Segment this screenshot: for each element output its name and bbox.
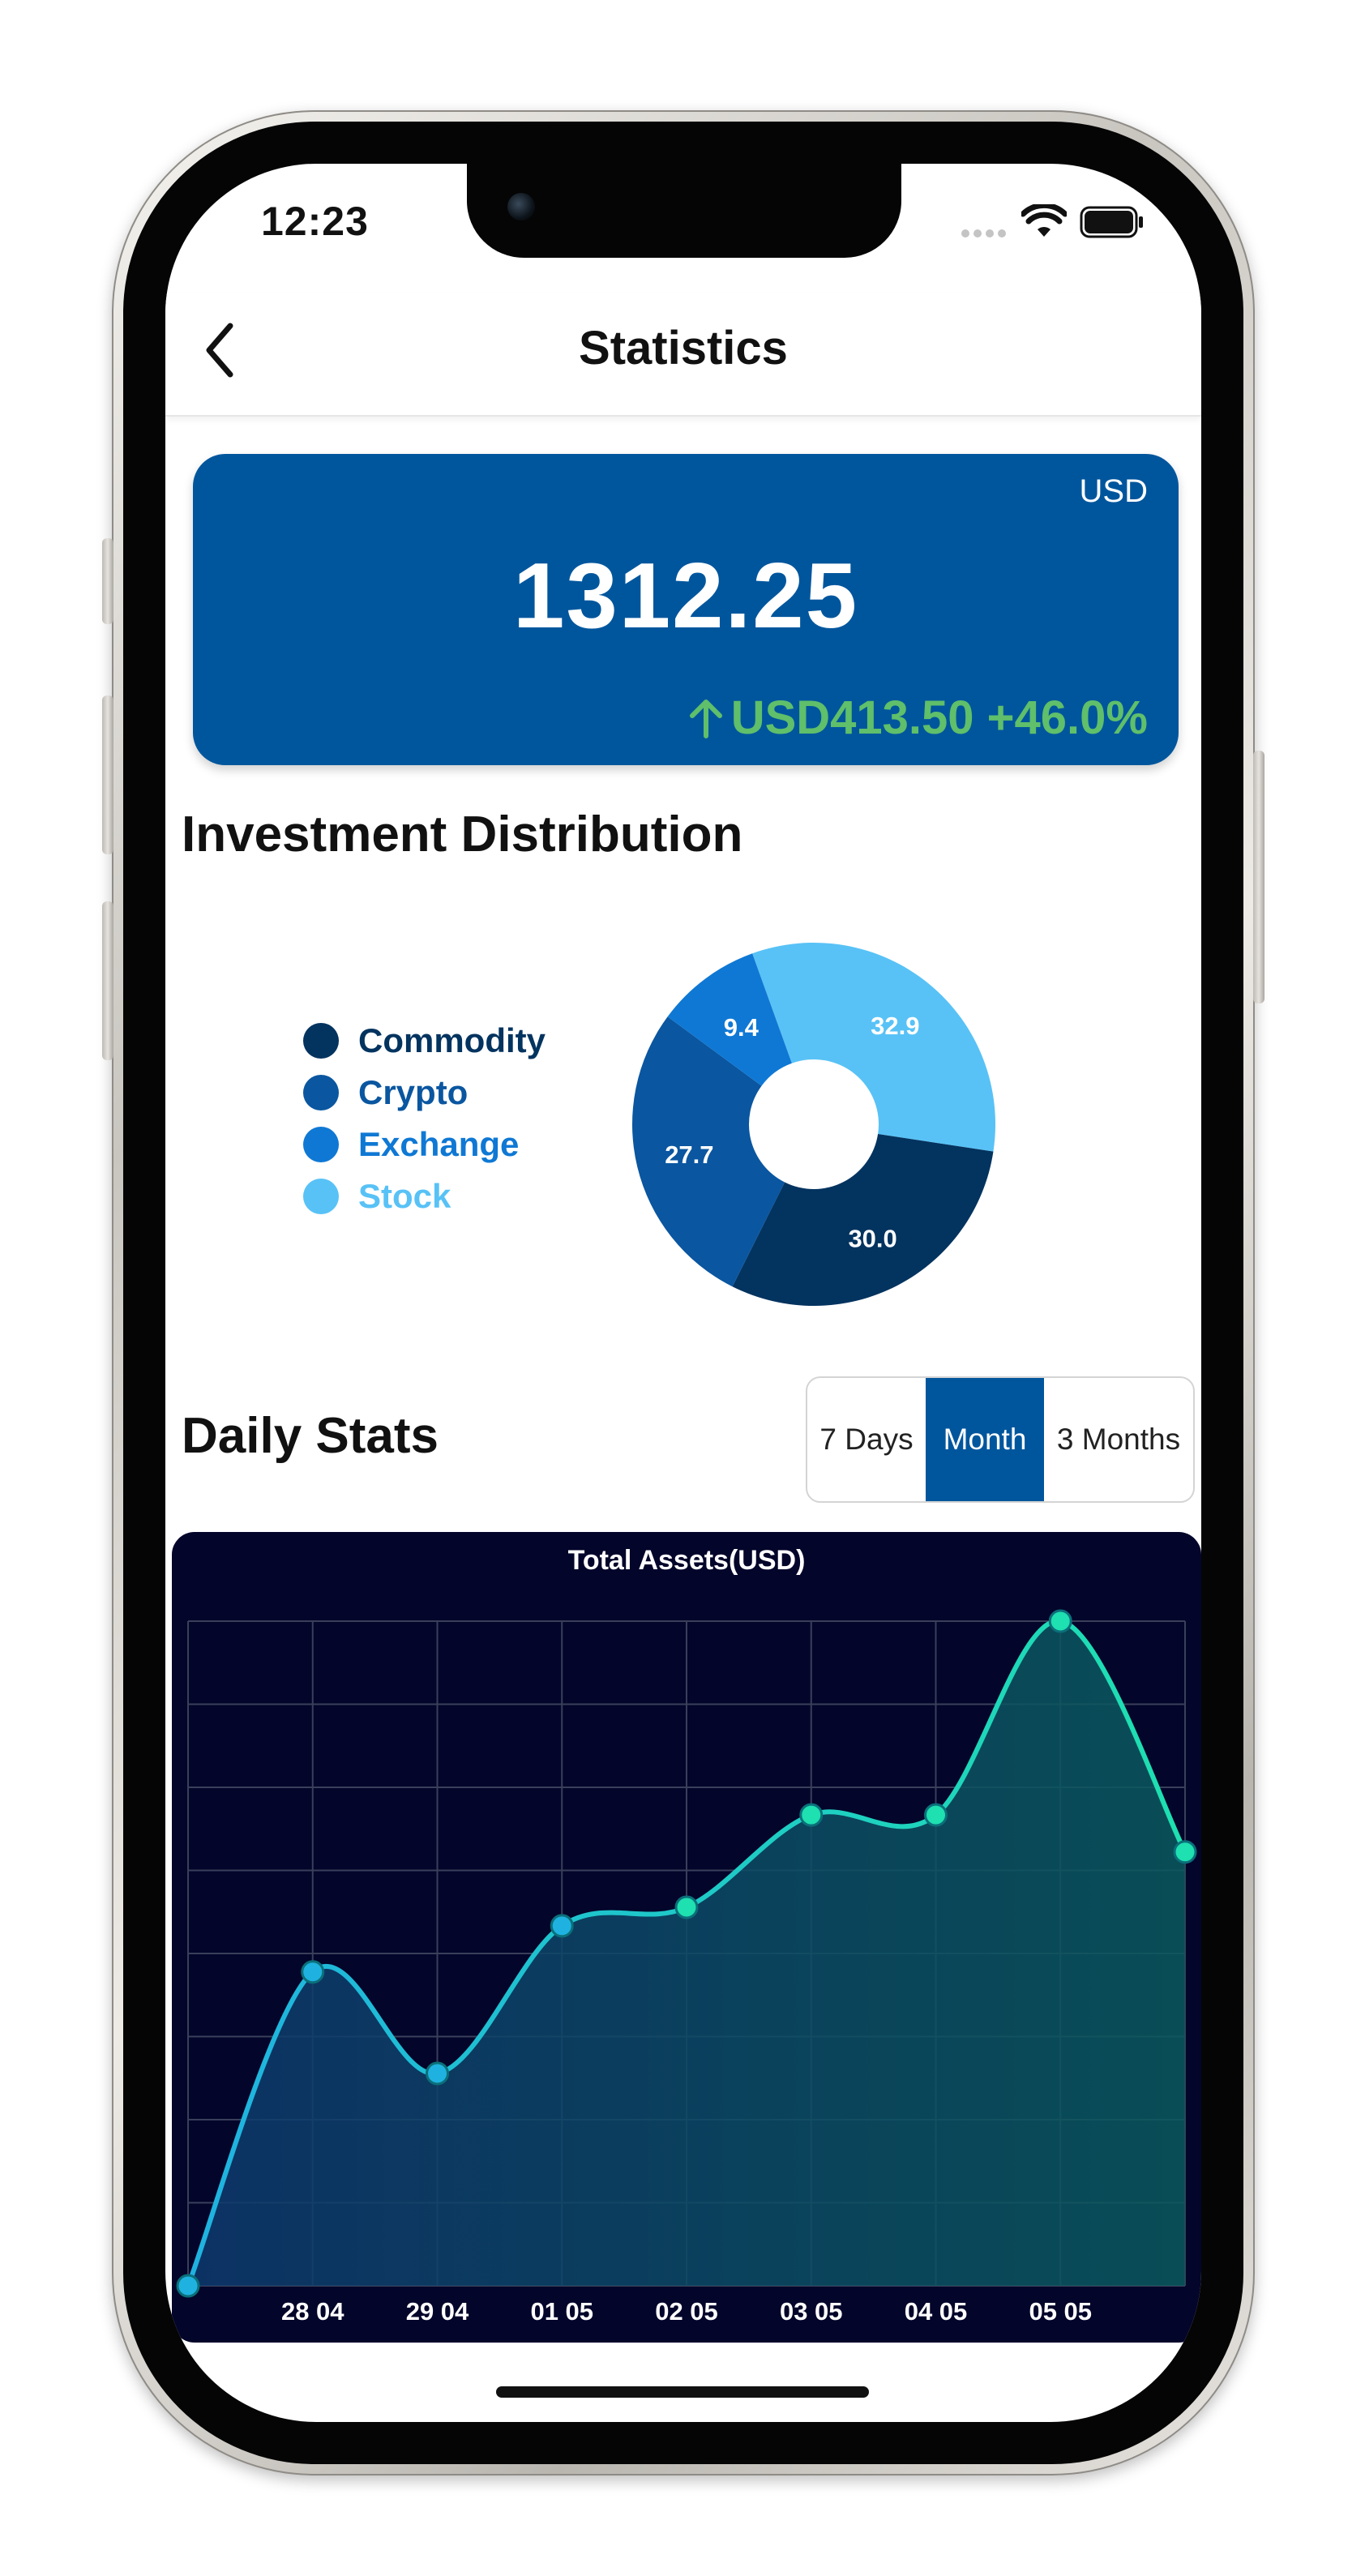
- pie-slice-label: 30.0: [848, 1224, 896, 1252]
- pie-legend: Commodity Crypto Exchange Stock: [303, 1015, 546, 1222]
- cellular-signal-icon: [961, 227, 1010, 242]
- data-point[interactable]: [426, 2061, 449, 2086]
- period-selector: 7 Days Month 3 Months: [806, 1376, 1195, 1503]
- tab-month[interactable]: Month: [926, 1378, 1044, 1501]
- x-tick-label: 04 05: [905, 2297, 968, 2326]
- legend-swatch: [303, 1023, 339, 1059]
- data-point[interactable]: [550, 1914, 574, 1938]
- legend-swatch: [303, 1075, 339, 1110]
- home-indicator[interactable]: [496, 2386, 869, 2398]
- data-point[interactable]: [176, 2274, 200, 2298]
- front-camera: [507, 193, 535, 220]
- volume-up-button: [102, 695, 113, 854]
- legend-swatch: [303, 1179, 339, 1214]
- x-tick-label: 05 05: [1029, 2297, 1092, 2326]
- x-tick-label: 03 05: [780, 2297, 843, 2326]
- volume-down-button: [102, 901, 113, 1060]
- pie-slice-label: 9.4: [724, 1013, 760, 1042]
- legend-item: Exchange: [303, 1119, 546, 1170]
- data-point[interactable]: [301, 1960, 325, 1984]
- mute-switch: [102, 538, 113, 624]
- power-button: [1253, 751, 1264, 1003]
- total-balance: 1312.25: [512, 545, 859, 648]
- data-point[interactable]: [674, 1895, 699, 1919]
- legend-label: Crypto: [358, 1073, 469, 1111]
- legend-label: Commodity: [358, 1021, 546, 1059]
- balance-change: USD413.50 +46.0%: [687, 691, 1148, 745]
- data-point[interactable]: [1048, 1609, 1072, 1633]
- legend-label: Stock: [358, 1177, 451, 1215]
- pie-slice-commodity: [732, 1134, 994, 1306]
- investment-distribution-title: Investment Distribution: [182, 807, 743, 862]
- wifi-icon: [1021, 204, 1067, 237]
- pie-slice-label: 27.7: [665, 1140, 713, 1169]
- x-tick-label: 29 04: [406, 2297, 469, 2326]
- navigation-bar: Statistics: [165, 293, 1201, 417]
- daily-stats-title: Daily Stats: [182, 1408, 439, 1464]
- legend-item: Commodity: [303, 1015, 546, 1067]
- battery-icon: [1080, 206, 1143, 238]
- total-assets-chart-panel: Total Assets(USD) 28 04 29 04 01 05 02 05 03 …: [172, 1532, 1201, 2343]
- notch: [467, 164, 901, 258]
- total-assets-area-chart: Total Assets(USD) 28 04 29 04 01 05 02 05 03 …: [176, 1545, 1197, 2326]
- investment-pie-chart: 32.9 30.0 27.7 9.4: [631, 943, 995, 1306]
- legend-label: Exchange: [358, 1125, 520, 1163]
- tab-7-days[interactable]: 7 Days: [807, 1378, 926, 1501]
- x-tick-label: 28 04: [281, 2297, 344, 2326]
- x-tick-label: 01 05: [530, 2297, 593, 2326]
- status-time: 12:23: [261, 199, 369, 244]
- legend-item: Crypto: [303, 1067, 546, 1119]
- data-point[interactable]: [799, 1803, 824, 1827]
- page-title: Statistics: [579, 322, 788, 374]
- legend-item: Stock: [303, 1170, 546, 1222]
- balance-card: USD 1312.25 USD413.50 +46.0%: [193, 454, 1179, 765]
- currency-label: USD: [1079, 473, 1148, 509]
- pie-slice-label: 32.9: [871, 1012, 919, 1040]
- app-screen: 12:23 Statistics USD 1312.25 USD413.50 +…: [165, 164, 1201, 2422]
- tab-3-months[interactable]: 3 Months: [1044, 1378, 1193, 1501]
- data-point[interactable]: [924, 1803, 948, 1827]
- pie-slice-stock: [752, 943, 995, 1152]
- chart-title: Total Assets(USD): [568, 1545, 806, 1576]
- x-tick-label: 02 05: [655, 2297, 718, 2326]
- change-value: USD413.50 +46.0%: [730, 691, 1148, 744]
- data-point[interactable]: [1173, 1840, 1197, 1864]
- arrow-up-icon: [689, 699, 722, 738]
- legend-swatch: [303, 1127, 339, 1162]
